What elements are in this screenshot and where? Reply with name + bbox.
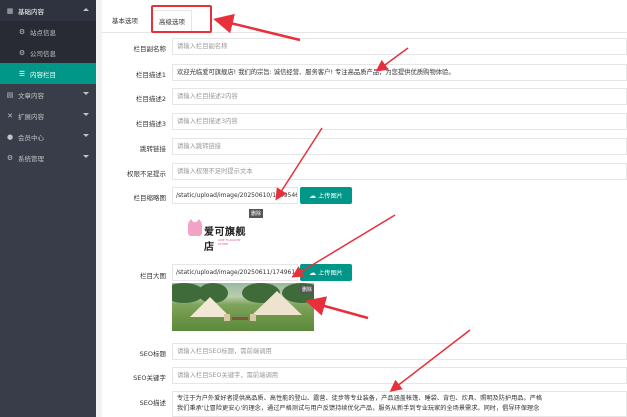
cloud-upload-icon: ☁ <box>309 268 317 277</box>
main-panel: 基本选项 高级选项 栏目副名称 请输入栏目副名称 栏目描述1 欢迎光临爱可旗舰店… <box>102 0 627 417</box>
upload-button-label: 上传图片 <box>318 270 343 277</box>
sidebar-item-label: 文章内容 <box>18 91 44 100</box>
list-icon: ☰ <box>18 69 26 78</box>
thumbnail-upload-button[interactable]: ☁ 上传图片 <box>300 187 352 204</box>
label-thumbnail: 栏目缩略图 <box>133 194 167 202</box>
column-subtitle-input[interactable]: 请输入栏目副名称 <box>172 38 627 55</box>
desc2-input[interactable]: 请输入栏目描述2内容 <box>172 88 627 105</box>
thumbnail-delete-button[interactable]: 删除 <box>249 209 264 218</box>
user-icon: ● <box>6 132 14 141</box>
sidebar-item-label: 系统管理 <box>18 154 44 163</box>
thumbnail-path-input[interactable]: /static/upload/image/20250610/1749546 <box>172 187 298 204</box>
label-column-subtitle: 栏目副名称 <box>133 45 167 53</box>
label-seo-title: SEO标题 <box>139 350 166 358</box>
label-desc3: 栏目描述3 <box>135 120 166 128</box>
sidebar: ▦ 基础内容 ⚙ 站点信息 ⚙ 公司信息 ☰ 内容栏目 ▤ 文章内容 ✕ 扩展内… <box>0 0 96 417</box>
label-jump-link: 跳转链接 <box>140 145 166 153</box>
sidebar-item-label: 内容栏目 <box>30 70 56 79</box>
desc3-input[interactable]: 请输入栏目描述3内容 <box>172 113 627 130</box>
chevron-down-icon <box>83 134 89 137</box>
seo-keywords-input[interactable]: 请输入栏目SEO关键字，需前端调用 <box>172 367 627 384</box>
label-seo-keywords: SEO关键字 <box>133 374 166 382</box>
jump-link-input[interactable]: 请输入跳转链接 <box>172 138 627 155</box>
document-icon: ▤ <box>6 90 14 99</box>
label-banner: 栏目大图 <box>140 272 166 280</box>
desc1-input[interactable]: 欢迎光临爱可旗舰店! 我们的宗旨: 诚信经营、服务客户! 专注高品质产品，为您提… <box>172 64 627 81</box>
sidebar-item-site-info[interactable]: ⚙ 站点信息 <box>0 21 96 42</box>
sidebar-item-members[interactable]: ● 会员中心 <box>0 126 96 147</box>
chevron-down-icon <box>83 155 89 158</box>
banner-upload-button[interactable]: ☁ 上传图片 <box>300 264 352 281</box>
sidebar-item-extensions[interactable]: ✕ 扩展内容 <box>0 105 96 126</box>
sidebar-item-label: 公司信息 <box>30 49 56 58</box>
seo-description-textarea[interactable]: 专注于为户外爱好者提供高品质、高性能的登山、露营、徒步等专业装备，产品涵盖帐篷、… <box>172 391 627 417</box>
gear-icon: ⚙ <box>18 27 26 36</box>
seo-title-input[interactable]: 请输入栏目SEO标题，需前端调用 <box>172 343 627 360</box>
banner-delete-button[interactable]: 删除 <box>300 285 315 294</box>
annotation-highlight-box <box>151 5 212 33</box>
sidebar-item-label: 基础内容 <box>18 7 44 16</box>
sidebar-item-system[interactable]: ⚙ 系统管理 <box>0 147 96 168</box>
banner-preview-image <box>172 283 314 331</box>
label-desc1: 栏目描述1 <box>135 71 166 79</box>
sidebar-submenu: ⚙ 站点信息 ⚙ 公司信息 ☰ 内容栏目 <box>0 21 96 84</box>
sidebar-item-articles[interactable]: ▤ 文章内容 <box>0 84 96 105</box>
label-desc2: 栏目描述2 <box>135 95 166 103</box>
banner-path-input[interactable]: /static/upload/image/20250611/1749611 <box>172 264 298 281</box>
sidebar-item-basic-content[interactable]: ▦ 基础内容 <box>0 0 96 21</box>
chevron-up-icon <box>83 8 89 11</box>
sidebar-item-label: 站点信息 <box>30 28 56 37</box>
no-permission-input[interactable]: 请输入权限不足时提示文本 <box>172 163 627 180</box>
label-seo-description: SEO描述 <box>139 399 166 407</box>
sidebar-item-company-info[interactable]: ⚙ 公司信息 <box>0 42 96 63</box>
sidebar-item-label: 扩展内容 <box>18 112 44 121</box>
logo-subtext: AIKE FLAGSHIP STORE <box>218 238 241 246</box>
tab-basic-options[interactable]: 基本选项 <box>112 10 138 33</box>
sidebar-item-label: 会员中心 <box>18 133 44 142</box>
thumbnail-preview-image: 爱可旗舰店 AIKE FLAGSHIP STORE <box>184 208 250 254</box>
cloud-upload-icon: ☁ <box>309 191 317 200</box>
cat-logo-icon <box>188 219 202 236</box>
chevron-down-icon <box>83 113 89 116</box>
gear-icon: ⚙ <box>6 153 14 162</box>
sidebar-item-content-columns[interactable]: ☰ 内容栏目 <box>0 63 96 84</box>
gear-icon: ⚙ <box>18 48 26 57</box>
grid-icon: ▦ <box>6 6 14 15</box>
upload-button-label: 上传图片 <box>318 193 343 200</box>
label-no-permission: 权限不足提示 <box>127 170 166 178</box>
wrench-icon: ✕ <box>7 111 13 120</box>
